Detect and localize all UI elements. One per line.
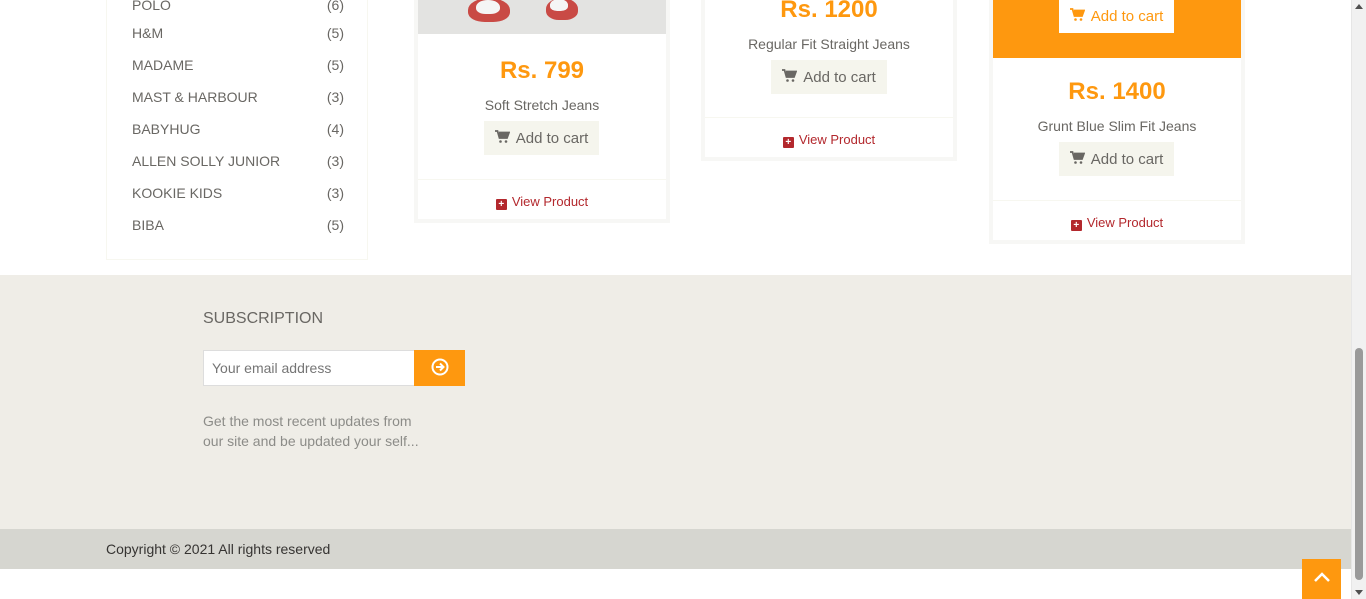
overlay-add-to-cart-label: Add to cart [1090,7,1164,25]
shoe-left-sole [476,0,500,14]
plus-square-icon: + [1070,220,1082,231]
view-product-link[interactable]: + View Product [705,132,953,148]
add-to-cart-label: Add to cart [515,129,589,147]
brand-count: (3) [326,153,344,169]
card-divider [705,117,953,118]
shopping-cart-icon [1069,151,1086,167]
card-divider [418,179,666,180]
view-product-label: View Product [1086,215,1164,230]
brand-count: (4) [326,121,344,137]
shopping-cart-icon [1069,7,1086,25]
add-to-cart-button[interactable]: Add to cart [484,121,599,155]
brands-panel: POLO (6) H&M (5) MADAME (5) MAST & HARBO… [106,0,368,260]
shopping-cart-icon [782,69,798,85]
scroll-thumb[interactable] [1355,348,1363,580]
product-name: Regular Fit Straight Jeans [748,36,910,52]
card-divider [993,200,1241,201]
chevron-up-icon [1313,570,1331,588]
overlay-add-to-cart-button[interactable]: Add to cart [1059,0,1174,33]
add-to-cart-button[interactable]: Add to cart [771,60,887,94]
product-name: Soft Stretch Jeans [484,97,600,113]
product-card: Add to cart Rs. 1400 Grunt Blue Slim Fit… [989,0,1245,244]
add-to-cart-label: Add to cart [803,68,876,86]
subscription-description: Get the most recent updates from our sit… [203,413,419,449]
page-scrollbar[interactable] [1351,0,1366,599]
brand-count: (5) [326,25,344,41]
brand-name[interactable]: POLO [132,0,171,13]
brand-name[interactable]: ALLEN SOLLY JUNIOR [132,153,280,169]
brand-count: (5) [326,57,344,73]
brand-name[interactable]: MAST & HARBOUR [132,89,258,105]
brand-count: (6) [326,0,344,13]
plus-square-icon: + [782,137,794,148]
product-card: Rs. 1200 Regular Fit Straight Jeans Add … [701,0,957,161]
brand-count: (3) [326,185,344,201]
product-price: Rs. 1200 [780,0,878,23]
arrow-circle-right-icon [431,358,449,379]
subscription-title: SUBSCRIPTION [203,310,324,327]
brand-name[interactable]: BIBA [132,217,164,233]
scroll-down-arrow-icon[interactable] [1355,590,1363,595]
product-name: Grunt Blue Slim Fit Jeans [1037,118,1197,134]
product-price: Rs. 1400 [1068,78,1166,105]
product-price: Rs. 799 [499,57,585,84]
product-card: Rs. 799 Soft Stretch Jeans Add to cart +… [414,0,670,223]
brand-count: (3) [326,89,344,105]
copyright-text: Copyright © 2021 All rights reserved [106,541,331,557]
subscribe-button[interactable] [414,350,465,386]
brand-name[interactable]: KOOKIE KIDS [132,185,222,201]
shopping-cart-icon [494,130,511,146]
plus-square-icon: + [495,199,507,210]
add-to-cart-label: Add to cart [1090,150,1164,168]
view-product-label: View Product [511,194,589,209]
view-product-link[interactable]: + View Product [418,194,666,210]
shoe-right-sole [550,0,568,11]
email-field[interactable] [203,350,415,386]
scroll-to-top-button[interactable] [1302,559,1341,599]
view-product-link[interactable]: + View Product [993,215,1241,231]
brand-count: (5) [326,217,344,233]
view-product-label: View Product [798,132,876,147]
scroll-up-arrow-icon[interactable] [1355,4,1363,9]
product-overlay: Add to cart [993,0,1241,58]
product-image [418,0,666,34]
add-to-cart-button[interactable]: Add to cart [1059,142,1174,176]
brand-name[interactable]: BABYHUG [132,121,200,137]
brand-name[interactable]: MADAME [132,57,193,73]
brand-name[interactable]: H&M [132,25,163,41]
